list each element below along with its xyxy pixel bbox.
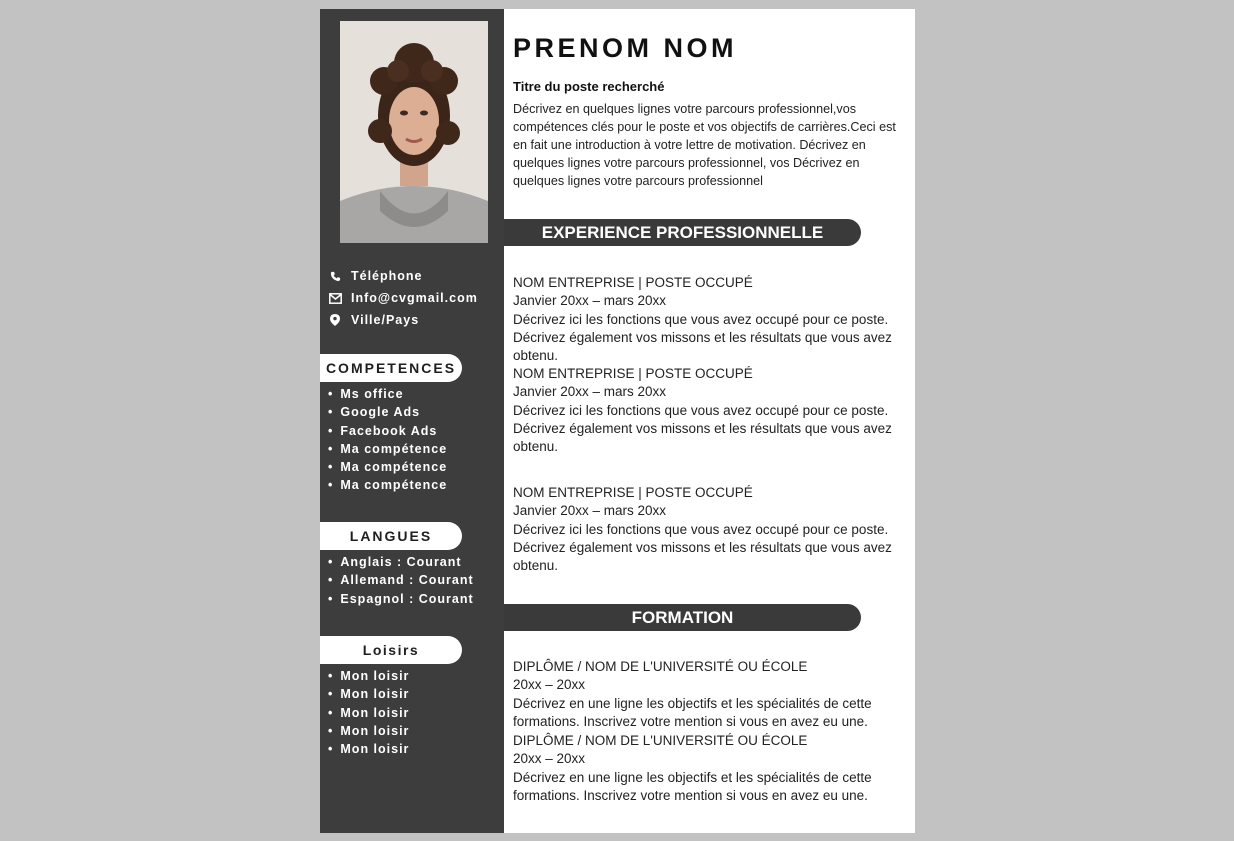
list-item: Mon loisir: [328, 685, 409, 703]
contact-phone[interactable]: Téléphone: [328, 265, 478, 287]
entry-dates: 20xx – 20xx: [513, 751, 586, 767]
entry-dates: Janvier 20xx – mars 20xx: [513, 503, 667, 519]
list-item: Espagnol : Courant: [328, 590, 474, 608]
formation-entry: DIPLÔME / NOM DE L'UNIVERSITÉ OU ÉCOLE 2…: [513, 658, 905, 731]
competences-list: Ms office Google Ads Facebook Ads Ma com…: [328, 385, 447, 495]
cv-page: Téléphone Info@cvgmail.com Ville/Pays CO…: [320, 9, 915, 833]
entry-description: Décrivez ici les fonctions que vous avez…: [513, 402, 892, 455]
experience-entry: NOM ENTREPRISE | POSTE OCCUPÉ Janvier 20…: [513, 484, 905, 575]
langues-list: Anglais : Courant Allemand : Courant Esp…: [328, 553, 474, 608]
entry-heading: NOM ENTREPRISE | POSTE OCCUPÉ: [513, 275, 753, 290]
sidebar: Téléphone Info@cvgmail.com Ville/Pays CO…: [320, 9, 504, 833]
entry-dates: Janvier 20xx – mars 20xx: [513, 384, 667, 400]
list-item: Ma compétence: [328, 440, 447, 458]
list-item: Facebook Ads: [328, 422, 447, 440]
loisirs-heading: Loisirs: [320, 636, 462, 664]
experience-entry: NOM ENTREPRISE | POSTE OCCUPÉ Janvier 20…: [513, 365, 905, 456]
list-item: Ma compétence: [328, 476, 447, 494]
candidate-name: PRENOM NOM: [513, 33, 737, 63]
contact-location: Ville/Pays: [328, 309, 478, 331]
job-title: Titre du poste recherché: [513, 79, 665, 94]
list-item: Ma compétence: [328, 458, 447, 476]
entry-description: Décrivez en une ligne les objectifs et l…: [513, 769, 872, 803]
profile-photo: [340, 21, 488, 243]
list-item: Allemand : Courant: [328, 571, 474, 589]
phone-icon: [328, 269, 342, 283]
contact-location-text: Ville/Pays: [351, 313, 420, 327]
formation-entry: DIPLÔME / NOM DE L'UNIVERSITÉ OU ÉCOLE 2…: [513, 732, 905, 805]
list-item: Google Ads: [328, 403, 447, 421]
entry-dates: 20xx – 20xx: [513, 677, 586, 693]
list-item: Mon loisir: [328, 704, 409, 722]
entry-description: Décrivez ici les fonctions que vous avez…: [513, 521, 892, 574]
list-item: Mon loisir: [328, 667, 409, 685]
entry-heading: DIPLÔME / NOM DE L'UNIVERSITÉ OU ÉCOLE: [513, 733, 808, 748]
loisirs-list: Mon loisir Mon loisir Mon loisir Mon loi…: [328, 667, 409, 758]
entry-dates: Janvier 20xx – mars 20xx: [513, 293, 667, 309]
contact-list: Téléphone Info@cvgmail.com Ville/Pays: [328, 265, 478, 331]
entry-heading: DIPLÔME / NOM DE L'UNIVERSITÉ OU ÉCOLE: [513, 659, 808, 674]
langues-heading: LANGUES: [320, 522, 462, 550]
contact-email[interactable]: Info@cvgmail.com: [328, 287, 478, 309]
intro-text: Décrivez en quelques lignes votre parcou…: [513, 102, 896, 188]
entry-description: Décrivez ici les fonctions que vous avez…: [513, 311, 892, 364]
list-item: Mon loisir: [328, 722, 409, 740]
experience-heading: EXPERIENCE PROFESSIONNELLE: [504, 219, 861, 246]
list-item: Anglais : Courant: [328, 553, 474, 571]
contact-phone-text: Téléphone: [351, 269, 423, 283]
experience-entry: NOM ENTREPRISE | POSTE OCCUPÉ Janvier 20…: [513, 274, 905, 365]
envelope-icon: [328, 291, 342, 305]
entry-heading: NOM ENTREPRISE | POSTE OCCUPÉ: [513, 485, 753, 500]
list-item: Mon loisir: [328, 740, 409, 758]
competences-heading: COMPETENCES: [320, 354, 462, 382]
entry-description: Décrivez en une ligne les objectifs et l…: [513, 695, 872, 729]
entry-heading: NOM ENTREPRISE | POSTE OCCUPÉ: [513, 366, 753, 381]
list-item: Ms office: [328, 385, 447, 403]
formation-heading: FORMATION: [504, 604, 861, 631]
map-pin-icon: [328, 313, 342, 327]
contact-email-text: Info@cvgmail.com: [351, 291, 478, 305]
